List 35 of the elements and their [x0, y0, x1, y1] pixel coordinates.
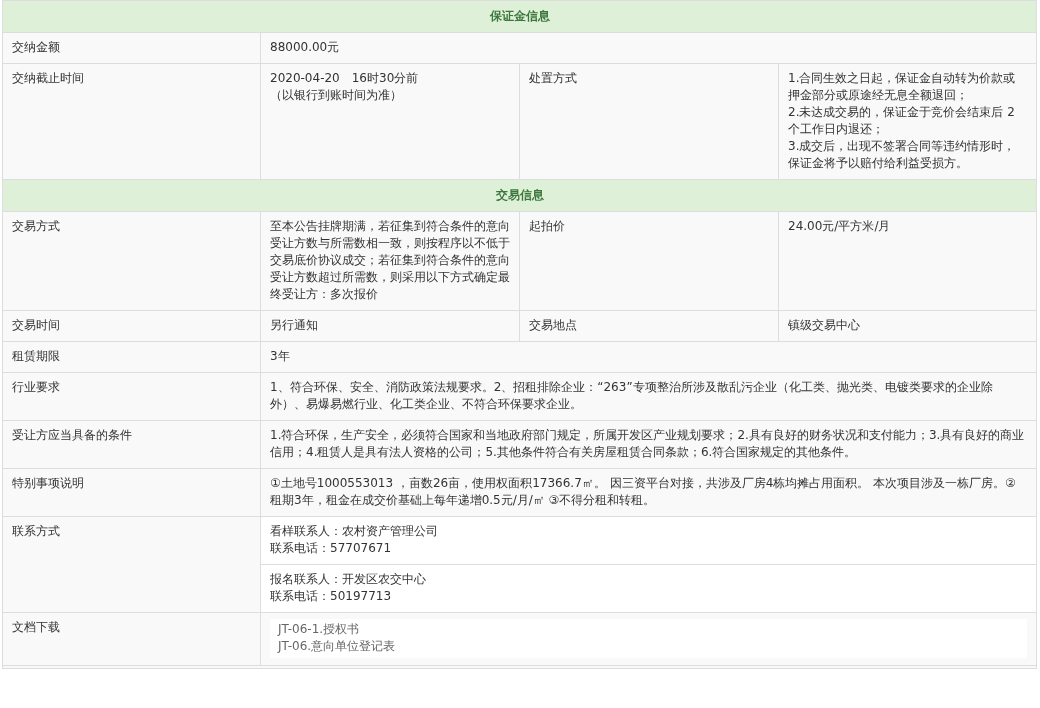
field-value: 3.成交后，出现不签署合同等违约情形时，保证金将予以赔付给利益受损方。	[788, 138, 1017, 172]
field-value: 另行通知	[270, 317, 319, 334]
field-value: 88000.00元	[270, 39, 341, 56]
field-label: 交纳截止时间	[12, 70, 85, 87]
field-value: （以银行到账时间为准）	[270, 87, 403, 104]
field-label: 特别事项说明	[12, 475, 85, 492]
field-label: 受让方应当具备的条件	[12, 427, 133, 444]
field-label: 行业要求	[12, 379, 61, 396]
field-value: 3年	[270, 348, 291, 365]
contact-info: 联系电话：50197713	[270, 588, 393, 605]
field-value: 2.未达成交易的，保证金于竞价会结束后 2 个工作日内退还；	[788, 104, 1016, 138]
field-label: 联系方式	[12, 523, 61, 540]
contact-info: 报名联系人：开发区农交中心	[270, 571, 427, 588]
field-value: 2020-04-20 16时30分前	[270, 70, 420, 87]
field-label: 文档下载	[12, 619, 61, 636]
contact-info: 看样联系人：农村资产管理公司	[270, 523, 439, 540]
field-label: 起拍价	[529, 218, 566, 235]
file-link[interactable]: JT-06.意向单位登记表	[278, 638, 1019, 655]
field-label: 处置方式	[529, 70, 578, 87]
field-label: 租赁期限	[12, 348, 61, 365]
field-value: ①土地号1000553013 ，亩数26亩，使用权面积17366.7㎡。 因三资平台对接，共涉及厂房4栋均摊占用面积。 本次项目涉及一栋厂房。②租期3年，租金在成交价基础上每年递增0.5元/月/㎡ ③不得分租和转租。	[270, 475, 1017, 509]
field-label: 交易时间	[12, 317, 61, 334]
field-value: 1、符合环保、安全、消防政策法规要求。2、招租排除企业：“263”专项整治所涉及散乱污企业（化工类、抛光类、电镀类要求的企业除外）、易爆易燃行业、化工类企业、不符合环保要求企业。	[270, 379, 994, 413]
field-value: 24.00元/平方米/月	[788, 218, 892, 235]
field-value: 至本公告挂牌期满，若征集到符合条件的意向受让方数与所需数相一致，则按程序以不低于交易底价协议成交；若征集到符合条件的意向受让方数超过所需数，则采用以下方式确定最终受让方：多次报价	[270, 218, 510, 303]
field-label: 交易方式	[12, 218, 61, 235]
field-value: 镇级交易中心	[788, 317, 861, 334]
field-label: 交易地点	[529, 317, 578, 334]
field-value: 1.符合环保，生产安全，必须符合国家和当地政府部门规定，所属开发区产业规划要求；2.具有良好的财务状况和支付能力；3.具有良好的商业信用；4.租赁人是具有法人资格的公司；5.其他条件符合有关房屋租赁合同条款；6.符合国家规定的其他条件。	[270, 427, 1026, 461]
contact-info: 联系电话：57707671	[270, 540, 393, 557]
section-title: 保证金信息	[489, 9, 550, 23]
section-title: 交易信息	[495, 188, 544, 202]
file-link[interactable]: JT-06-1.授权书	[278, 621, 1019, 638]
field-label: 交纳金额	[12, 39, 61, 56]
field-value: 1.合同生效之日起，保证金自动转为价款或押金部分或原途经无息全额退回；	[788, 70, 1017, 104]
